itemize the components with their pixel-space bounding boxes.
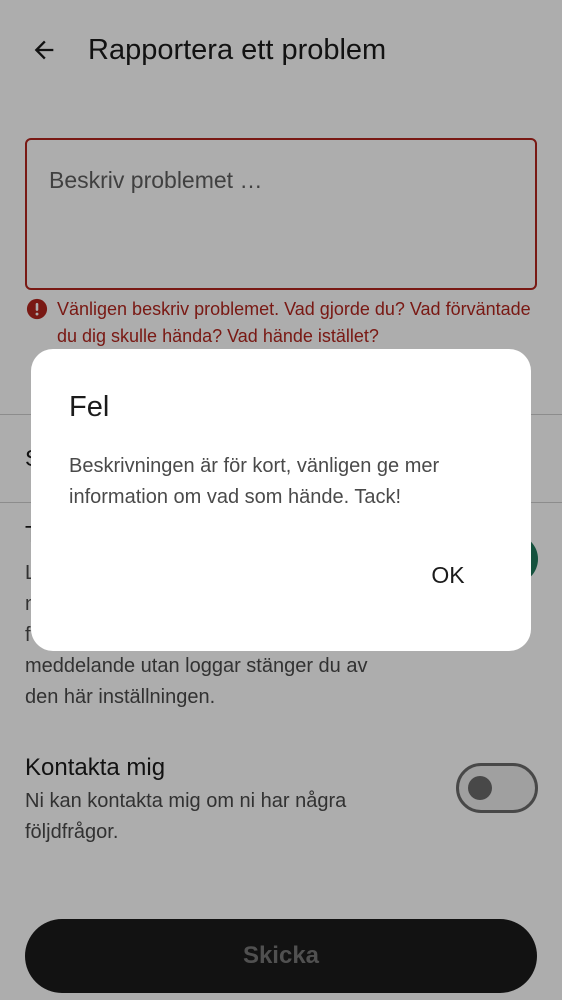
dialog-ok-button[interactable]: OK [415, 549, 481, 601]
dialog-title: Fel [69, 391, 110, 423]
error-dialog: Fel Beskrivningen är för kort, vänligen … [31, 349, 531, 651]
dialog-message: Beskrivningen är för kort, vänligen ge m… [69, 455, 440, 508]
